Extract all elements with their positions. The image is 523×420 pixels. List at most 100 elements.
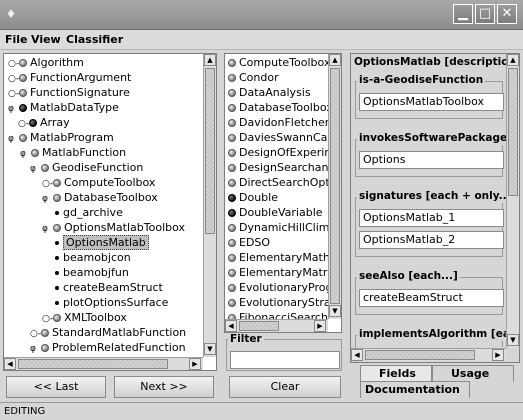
menu-view[interactable]: View [31, 33, 61, 46]
tree-item[interactable]: plotOptionsSurface [54, 295, 168, 310]
list-item[interactable]: DaviesSwannCampey [228, 130, 341, 145]
class-node-icon [41, 163, 49, 172]
field-value[interactable]: OptionsMatlab_1 [359, 209, 504, 227]
scroll-right-icon[interactable]: ▶ [189, 358, 201, 370]
menu-classifier[interactable]: Classifier [66, 33, 123, 46]
close-icon[interactable]: ✕ [497, 4, 517, 24]
tree-item[interactable]: φ MatlabDataType [8, 100, 119, 115]
tree-horizontal-scrollbar[interactable]: ◀ ▶ [4, 357, 203, 370]
tree-item-label: Algorithm [30, 56, 84, 69]
tree-item[interactable]: gd_archive [54, 205, 123, 220]
tree-item[interactable]: φ DatabaseToolbox [42, 190, 158, 205]
list-item[interactable]: DatabaseToolbox [228, 100, 333, 115]
list-item[interactable]: ElementaryMatrices [228, 265, 341, 280]
tree-item[interactable]: ○- XMLToolbox [42, 310, 127, 325]
list-scroll-right-icon[interactable]: ▶ [314, 320, 326, 332]
tree-item[interactable]: ○- StandardMatlabFunction [30, 325, 186, 340]
maximize-icon[interactable]: □ [475, 4, 495, 24]
tree-scroll-thumb[interactable] [205, 68, 215, 234]
tree-item[interactable]: OptionsMatlab [54, 235, 149, 250]
list-item[interactable]: DoubleVariable [228, 205, 323, 220]
tab-fields[interactable]: Fields [360, 365, 432, 382]
tree-item[interactable]: φ ProblemRelatedFunction [30, 340, 186, 355]
instance-bullet-icon [55, 285, 59, 290]
scroll-left-icon[interactable]: ◀ [4, 358, 16, 370]
tree-item[interactable]: φ GeodiseFunction [30, 160, 143, 175]
field-value[interactable]: Options [359, 151, 504, 169]
expanded-handle-icon[interactable]: φ [30, 342, 41, 357]
list-item[interactable]: DataAnalysis [228, 85, 311, 100]
tree-item-label: DatabaseToolbox [64, 191, 158, 204]
desc-scroll-left-icon[interactable]: ◀ [351, 349, 363, 361]
list-item[interactable]: Condor [228, 70, 279, 85]
list-hscroll-thumb[interactable] [239, 321, 279, 331]
field-value[interactable]: OptionsMatlabToolbox [359, 93, 504, 111]
menu-file[interactable]: File [5, 33, 28, 46]
tree-item[interactable]: ○- FunctionArgument [8, 70, 131, 85]
tree-item[interactable]: beamobjfun [54, 265, 129, 280]
list-vertical-scrollbar[interactable]: ▲ ▼ [328, 54, 341, 319]
expanded-handle-icon[interactable]: φ [30, 162, 41, 177]
last-button[interactable]: << Last [6, 376, 106, 398]
list-item-label: DoubleVariable [239, 206, 323, 219]
tab-usage[interactable]: Usage [432, 365, 514, 382]
desc-horizontal-scrollbar[interactable]: ◀ ▶ [351, 348, 506, 361]
list-item[interactable]: Double [228, 190, 278, 205]
instance-bullet-icon [55, 270, 59, 275]
tree-item[interactable]: ○- FunctionSignature [8, 85, 130, 100]
scroll-up-icon[interactable]: ▲ [204, 54, 216, 66]
list-item[interactable]: DesignOfExperiment [228, 145, 341, 160]
list-item[interactable]: EDSO [228, 235, 270, 250]
field-value[interactable]: OptionsMatlab_2 [359, 231, 504, 249]
list-item[interactable]: EvolutionaryProgramming [228, 280, 341, 295]
tree-item[interactable]: ○- Array [18, 115, 70, 130]
desc-scroll-up-icon[interactable]: ▲ [507, 54, 519, 66]
tree-item[interactable]: beamobjcon [54, 250, 131, 265]
field-value[interactable]: createBeamStruct [359, 289, 504, 307]
tree-item[interactable]: ○- ComputeToolbox [42, 175, 155, 190]
list-item-label: Double [239, 191, 278, 204]
list-item-label: EvolutionaryStrategies [239, 296, 341, 309]
expanded-handle-icon[interactable]: φ [8, 132, 19, 147]
list-scroll-thumb[interactable] [330, 68, 340, 304]
expanded-handle-icon[interactable]: φ [42, 192, 53, 207]
desc-hscroll-thumb[interactable] [365, 350, 475, 360]
list-item[interactable]: ComputeToolbox [228, 55, 330, 70]
tree-item[interactable]: ○-BeamProblem [42, 370, 141, 371]
list-item[interactable]: DesignSearchandOptimisation [228, 160, 341, 175]
list-item[interactable]: DynamicHillClimbing [228, 220, 341, 235]
list-scroll-left-icon[interactable]: ◀ [225, 320, 237, 332]
list-item[interactable]: EvolutionaryStrategies [228, 295, 341, 310]
tree-item[interactable]: φ MatlabProgram [8, 130, 114, 145]
minimize-icon[interactable]: ▁ [453, 4, 473, 24]
scroll-down-icon[interactable]: ▼ [204, 343, 216, 355]
clear-button[interactable]: Clear [229, 376, 341, 398]
tree-item-label: FunctionArgument [30, 71, 132, 84]
list-item[interactable]: DavidonFletcherPowell [228, 115, 341, 130]
desc-scroll-down-icon[interactable]: ▼ [507, 334, 519, 346]
list-item[interactable]: DirectSearchOptimisation [228, 175, 341, 190]
tree-hscroll-thumb[interactable] [18, 359, 168, 369]
list-scroll-up-icon[interactable]: ▲ [329, 54, 341, 66]
list-scroll-down-icon[interactable]: ▼ [329, 305, 341, 317]
tree-vertical-scrollbar[interactable]: ▲ ▼ [203, 54, 216, 357]
desc-scroll-right-icon[interactable]: ▶ [492, 349, 504, 361]
tree-item[interactable]: createBeamStruct [54, 280, 163, 295]
desc-vertical-scrollbar[interactable]: ▲ ▼ [506, 54, 519, 348]
class-node-icon [53, 223, 61, 232]
filter-input[interactable] [230, 351, 340, 369]
instance-bullet-icon [55, 240, 59, 245]
tree-item[interactable]: φ MatlabFunction [20, 145, 126, 160]
description-panel: OptionsMatlab [description] is-a-Geodise… [350, 53, 520, 363]
list-horizontal-scrollbar[interactable]: ◀ ▶ [225, 319, 328, 332]
tab-documentation[interactable]: Documentation [360, 381, 470, 398]
expanded-handle-icon[interactable]: φ [42, 222, 53, 237]
desc-scroll-thumb[interactable] [508, 68, 518, 196]
tree-item[interactable]: φ OptionsMatlabToolbox [42, 220, 185, 235]
list-item[interactable]: ElementaryMath [228, 250, 330, 265]
app-icon[interactable]: ♦ [5, 7, 17, 22]
tree-item[interactable]: ○- Algorithm [8, 55, 84, 70]
tree-item-label: plotOptionsSurface [63, 296, 169, 309]
next-button[interactable]: Next >> [114, 376, 214, 398]
class-node-icon [228, 178, 236, 187]
